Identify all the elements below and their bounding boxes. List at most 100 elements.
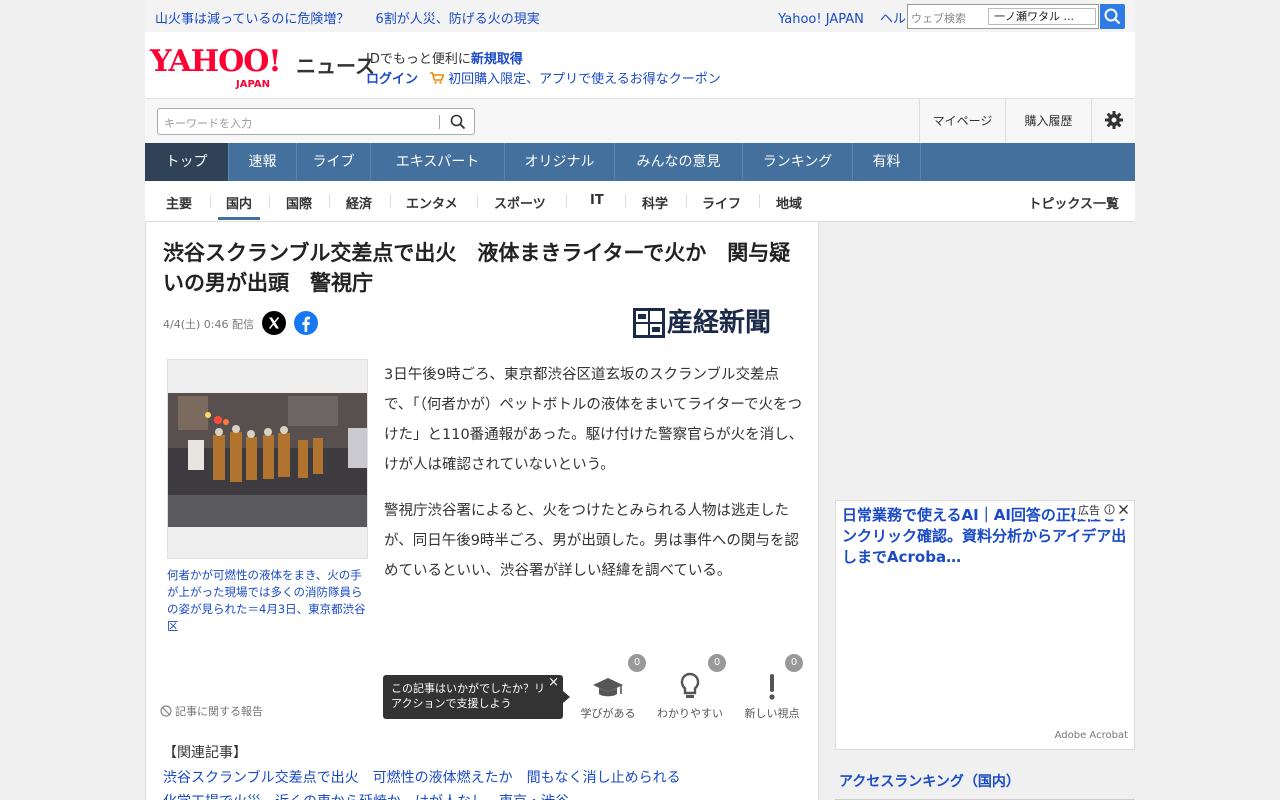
category-divider (625, 194, 626, 208)
reaction-label: わかりやすい (657, 707, 723, 720)
reaction-clear-button[interactable]: 0 わかりやすい (650, 654, 730, 724)
web-search-input[interactable]: ウェブ検索 一ノ瀬ワタル ... (907, 4, 1099, 29)
publisher-logo[interactable]: 産経新聞 (633, 306, 803, 340)
report-article-link[interactable]: 記事に関する報告 (160, 703, 263, 719)
sankei-emblem (633, 308, 665, 338)
tab-paid[interactable]: 有料 (853, 143, 921, 181)
category-divider (329, 194, 330, 208)
tooltip-text: この記事はいかがでしたか？リアクションで支援しよう (391, 682, 545, 710)
category-nav: 主要 国内 国際 経済 エンタメ スポーツ IT 科学 ライフ 地域 トピックス… (145, 181, 1135, 222)
category-science[interactable]: 科学 (642, 193, 668, 212)
mypage-button[interactable]: マイページ (919, 99, 1005, 144)
photo-caption[interactable]: 何者かが可燃性の液体をまき、火の手が上がった現場では多くの消防隊員らの姿が見られ… (167, 567, 367, 635)
reaction-tooltip: この記事はいかがでしたか？リアクションで支援しよう × (383, 675, 570, 719)
id-promo: IDでもっと便利に新規取得 (366, 48, 523, 67)
article: 渋谷スクランブル交差点で出火 液体まきライターで火か 関与疑いの男が出頭 警視庁… (145, 222, 819, 800)
facebook-share-button[interactable] (294, 311, 318, 335)
category-divider (210, 194, 211, 208)
web-search-suggestion[interactable]: 一ノ瀬ワタル ... (988, 8, 1096, 25)
category-domestic[interactable]: 国内 (217, 193, 261, 220)
reaction-label: 新しい視点 (744, 707, 800, 720)
ad-label: 広告 (1078, 504, 1100, 517)
search-icon[interactable] (450, 114, 466, 130)
category-economy[interactable]: 経済 (346, 193, 372, 212)
gear-icon (1104, 111, 1123, 129)
tab-live[interactable]: ライブ (297, 143, 371, 181)
tab-original[interactable]: オリジナル (505, 143, 615, 181)
web-search-button[interactable] (1100, 4, 1125, 29)
top-news-link-2[interactable]: 6割が人災、防げる火の現実 (376, 12, 540, 27)
reaction-count: 0 (628, 654, 646, 672)
tooltip-close-button[interactable]: × (548, 675, 559, 690)
ad-info-icon[interactable] (1103, 504, 1115, 515)
yahoo-japan-link[interactable]: Yahoo! JAPAN (778, 12, 864, 27)
fire-scene-image (168, 360, 367, 558)
keyword-placeholder: キーワードを入力 (164, 117, 252, 130)
lightbulb-icon (680, 672, 700, 698)
keyword-search-input[interactable]: キーワードを入力 (157, 108, 475, 135)
page: 山火事は減っているのに危険増？ 6割が人災、防げる火の現実 Yahoo! JAP… (0, 0, 1280, 800)
article-body: 3日午後9時ごろ、東京都渋谷区道玄坂のスクランブル交差点で、「（何者かが）ペット… (384, 360, 806, 602)
top-bar: 山火事は減っているのに危険増？ 6割が人災、防げる火の現実 Yahoo! JAP… (145, 0, 1135, 32)
search-divider (439, 115, 440, 129)
tab-expert[interactable]: エキスパート (371, 143, 505, 181)
category-divider (269, 194, 270, 208)
signup-link[interactable]: 新規取得 (471, 52, 523, 67)
category-it[interactable]: IT (590, 193, 604, 208)
category-divider (566, 194, 567, 208)
ranking-title[interactable]: アクセスランキング（国内） (839, 771, 1020, 791)
reaction-new-view-button[interactable]: 0 新しい視点 (732, 654, 812, 724)
main-nav: トップ 速報 ライブ エキスパート オリジナル みんなの意見 ランキング 有料 (145, 143, 1135, 181)
category-main[interactable]: 主要 (166, 193, 192, 212)
related-link[interactable]: 化学工場で火災 近くの車から延焼か けが人なし 東京・渋谷 (163, 790, 681, 800)
article-photo[interactable] (167, 359, 368, 559)
article-paragraph: 3日午後9時ごろ、東京都渋谷区道玄坂のスクランブル交差点で、「（何者かが）ペット… (384, 367, 804, 473)
related-heading: 【関連記事】 (163, 745, 247, 761)
category-entertainment[interactable]: エンタメ (406, 193, 458, 212)
ad-source[interactable]: Adobe Acrobat (1055, 730, 1128, 741)
category-divider (477, 194, 478, 208)
login-link[interactable]: ログイン (366, 72, 418, 87)
topics-list-link[interactable]: トピックス一覧 (1028, 193, 1119, 212)
tab-ranking[interactable]: ランキング (743, 143, 853, 181)
tab-top[interactable]: トップ (145, 143, 229, 181)
reaction-learn-button[interactable]: 0 学びがある (568, 654, 648, 724)
category-divider (686, 194, 687, 208)
site-header: YAHOO! JAPAN ニュース IDでもっと便利に新規取得 ログイン 初回購… (145, 32, 1135, 98)
x-share-button[interactable] (262, 311, 286, 335)
category-life[interactable]: ライフ (702, 193, 741, 212)
sidebar-ad[interactable]: 日常業務で使えるAI｜AI回答の正確性をワンクリック確認。資料分析からアイデア出… (835, 500, 1135, 750)
publisher-name: 産経新聞 (667, 308, 772, 338)
graduation-cap-icon (593, 678, 623, 697)
tab-breaking[interactable]: 速報 (229, 143, 297, 181)
access-ranking: アクセスランキング（国内） (835, 762, 1135, 800)
related-link[interactable]: 渋谷スクランブル交差点で出火 可燃性の液体燃えたか 間もなく消し止められる (163, 766, 681, 790)
reaction-label: 学びがある (580, 707, 636, 720)
facebook-icon (302, 316, 310, 332)
top-right-links: Yahoo! JAPAN ヘルプ (766, 8, 919, 27)
category-divider (390, 194, 391, 208)
web-search-placeholder: ウェブ検索 (911, 12, 966, 25)
report-label: 記事に関する報告 (175, 705, 263, 718)
logo-text: YAHOO! (150, 44, 282, 79)
purchase-history-button[interactable]: 購入履歴 (1005, 99, 1091, 144)
top-news-link-1[interactable]: 山火事は減っているのに危険増？ (155, 12, 349, 27)
reaction-count: 0 (708, 654, 726, 672)
category-world[interactable]: 国際 (286, 193, 312, 212)
article-paragraph: 警視庁渋谷署によると、火をつけたとみられる人物は逃走したが、同日午後9時半ごろ、… (384, 503, 799, 579)
yahoo-news-logo[interactable]: YAHOO! JAPAN ニュース (150, 44, 375, 91)
logo-sub: JAPAN (236, 79, 270, 90)
exclamation-icon (769, 674, 775, 700)
category-sports[interactable]: スポーツ (494, 193, 546, 212)
settings-button[interactable] (1091, 99, 1135, 144)
coupon-link[interactable]: 初回購入限定、アプリで使えるお得なクーポン (448, 72, 721, 87)
article-date: 4/4(土) 0:46 配信 (163, 318, 254, 331)
related-links: 渋谷スクランブル交差点で出火 可燃性の液体燃えたか 間もなく消し止められる 化学… (163, 766, 681, 800)
prohibit-icon (160, 705, 172, 717)
category-local[interactable]: 地域 (776, 193, 802, 212)
login-line: ログイン 初回購入限定、アプリで使えるお得なクーポン (366, 68, 721, 87)
x-logo-icon (268, 317, 280, 329)
id-prefix: IDでもっと便利に (366, 52, 471, 67)
ad-close-icon[interactable] (1118, 504, 1129, 515)
tab-opinions[interactable]: みんなの意見 (615, 143, 743, 181)
